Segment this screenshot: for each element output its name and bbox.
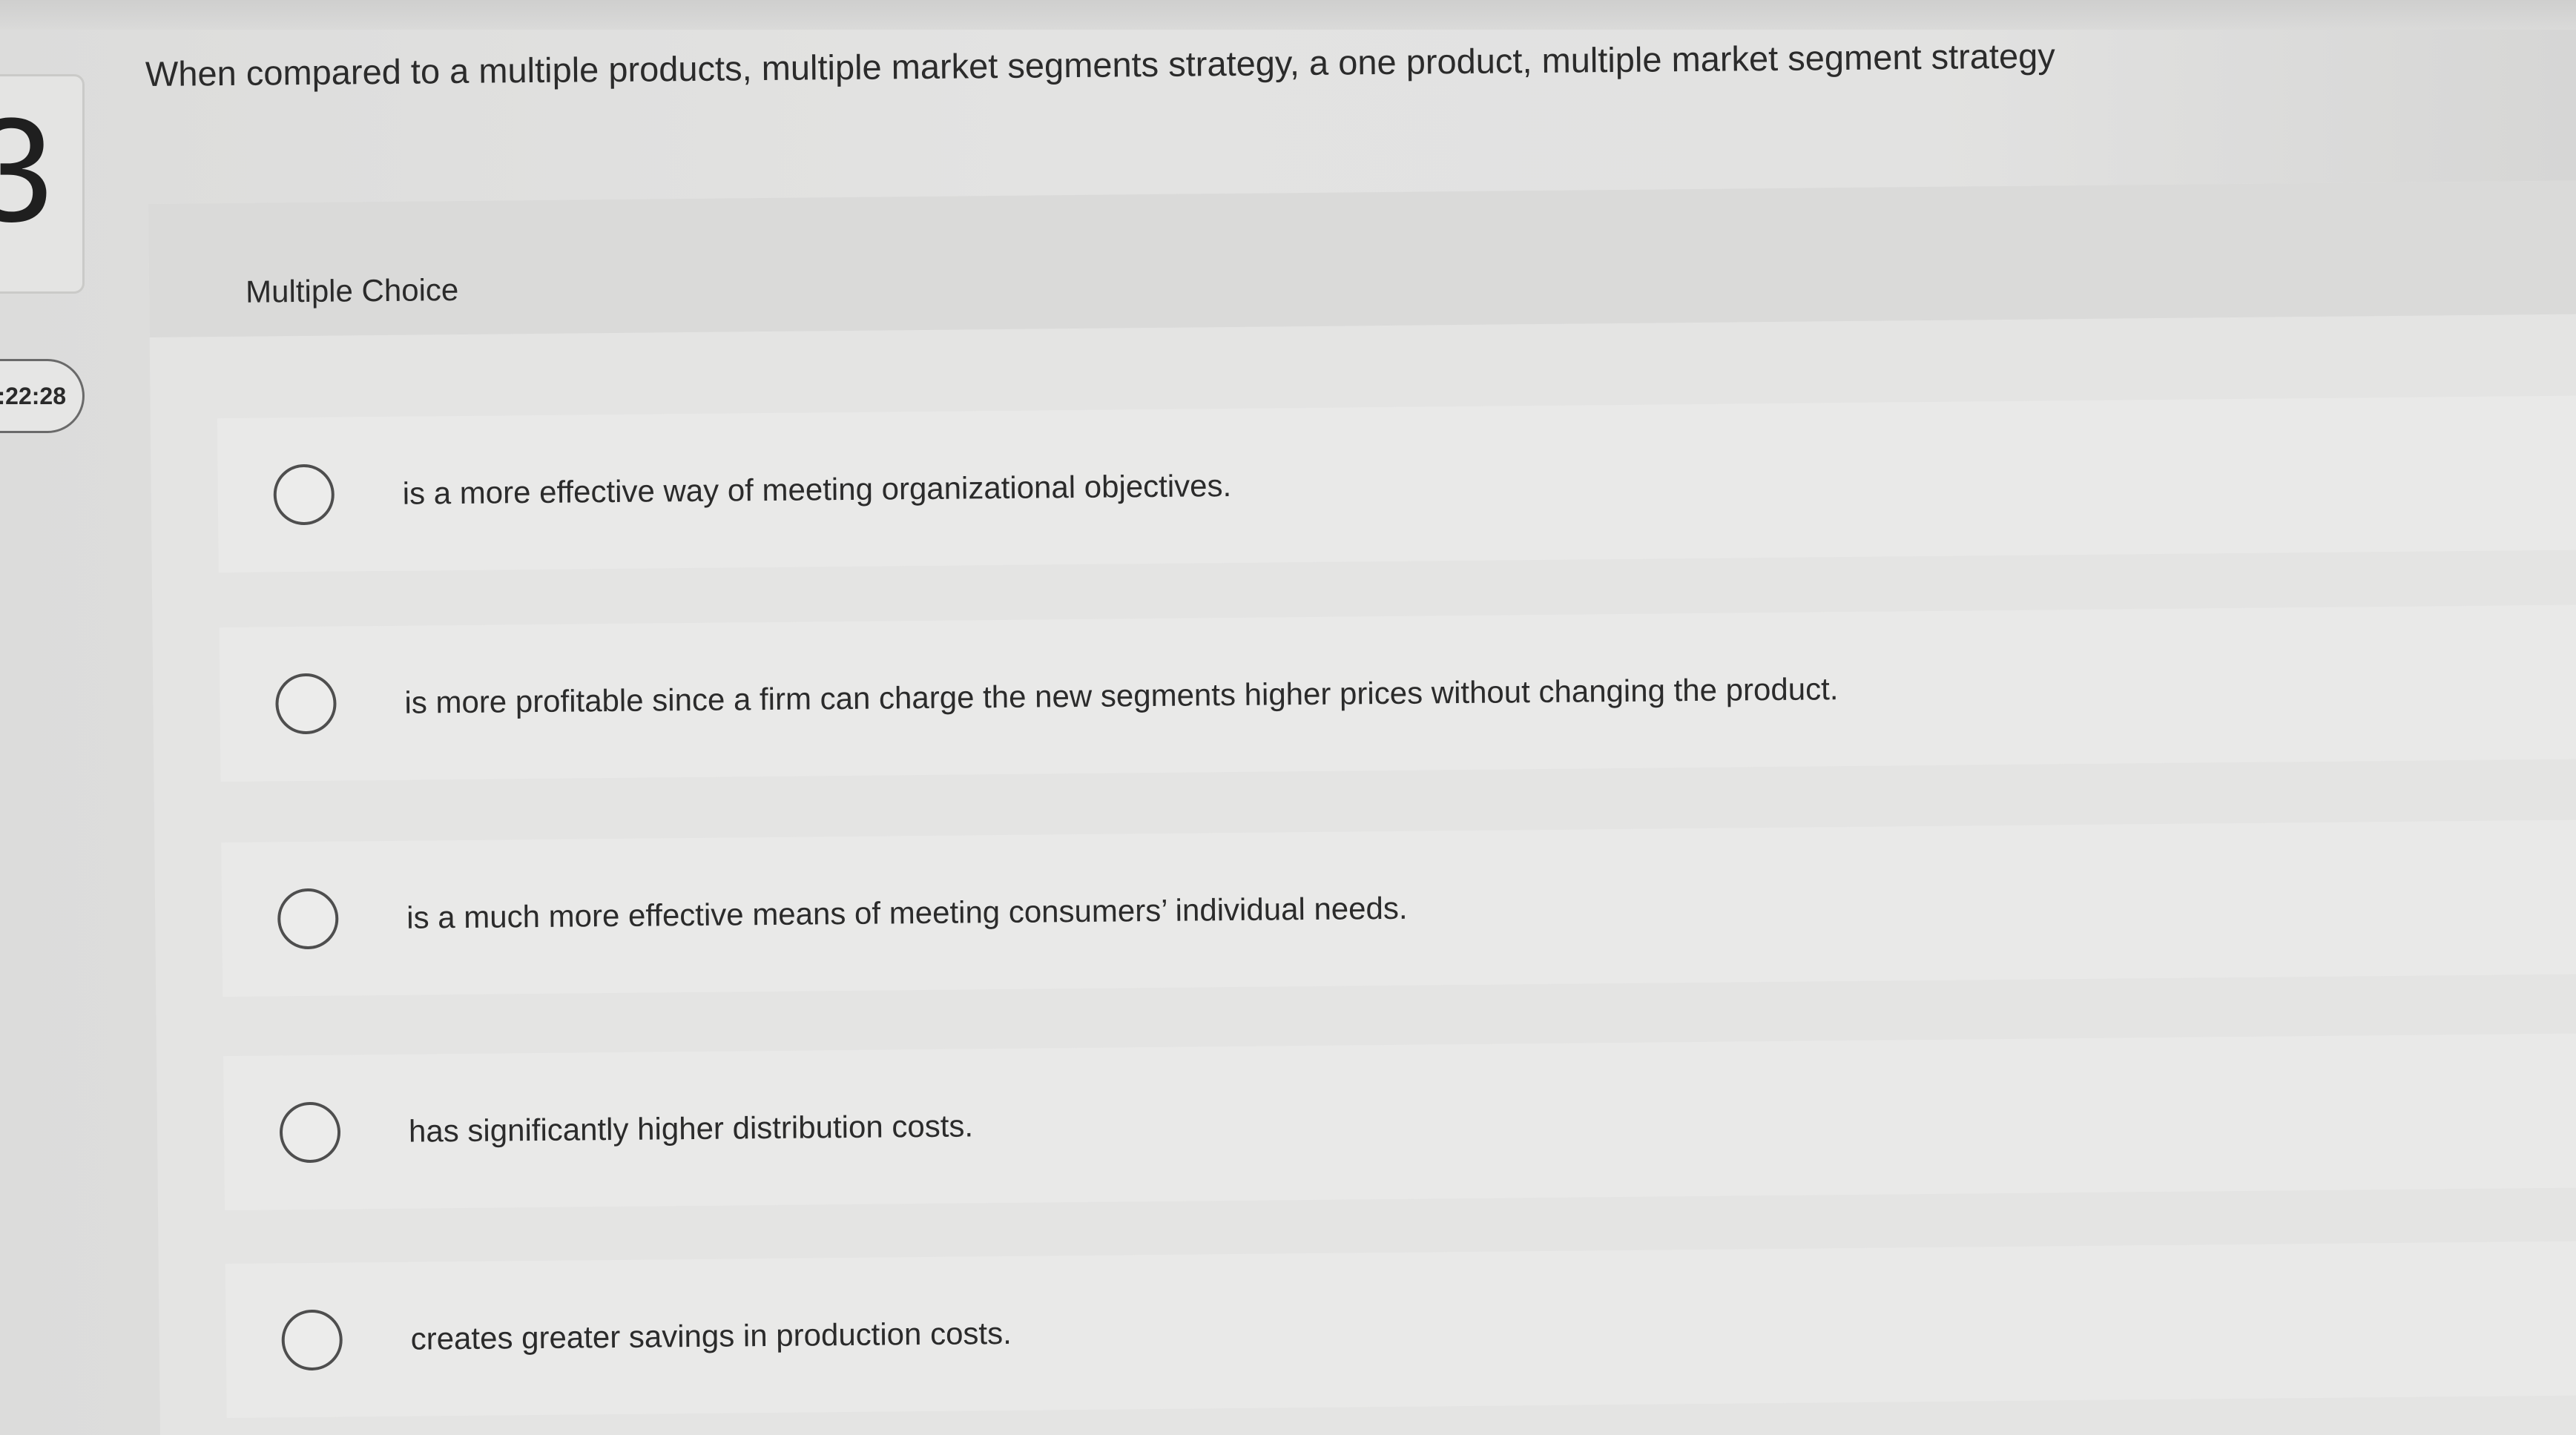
- timer[interactable]: :22:28: [0, 359, 85, 433]
- multiple-choice-header: Multiple Choice: [148, 180, 2576, 337]
- radio-button[interactable]: [281, 1309, 343, 1371]
- answer-option-label: is more profitable since a firm can char…: [404, 671, 1839, 720]
- answer-option-4[interactable]: has significantly higher distribution co…: [223, 1032, 2576, 1211]
- answer-option-3[interactable]: is a much more effective means of meetin…: [221, 819, 2576, 997]
- answer-option-label: is a more effective way of meeting organ…: [402, 468, 1232, 511]
- radio-button[interactable]: [277, 888, 339, 950]
- multiple-choice-panel: Multiple Choice is a more effective way …: [148, 180, 2576, 1435]
- answer-option-1[interactable]: is a more effective way of meeting organ…: [217, 395, 2576, 573]
- answer-option-label: is a much more effective means of meetin…: [406, 890, 1408, 935]
- top-bar: [0, 0, 2576, 30]
- question-type-label: Multiple Choice: [245, 271, 459, 309]
- question-number: 3: [0, 88, 53, 253]
- question-prompt: When compared to a multiple products, mu…: [145, 36, 2055, 93]
- radio-button[interactable]: [273, 464, 335, 526]
- answer-option-2[interactable]: is more profitable since a firm can char…: [219, 604, 2576, 782]
- radio-button[interactable]: [279, 1101, 341, 1164]
- quiz-screen: 3 :22:28 When compared to a multiple pro…: [0, 0, 2576, 1435]
- answer-option-label: has significantly higher distribution co…: [408, 1108, 974, 1149]
- radio-button[interactable]: [275, 673, 337, 735]
- answer-option-5[interactable]: creates greater savings in production co…: [225, 1240, 2576, 1419]
- timer-value: :22:28: [0, 382, 66, 409]
- answer-option-label: creates greater savings in production co…: [410, 1315, 1012, 1356]
